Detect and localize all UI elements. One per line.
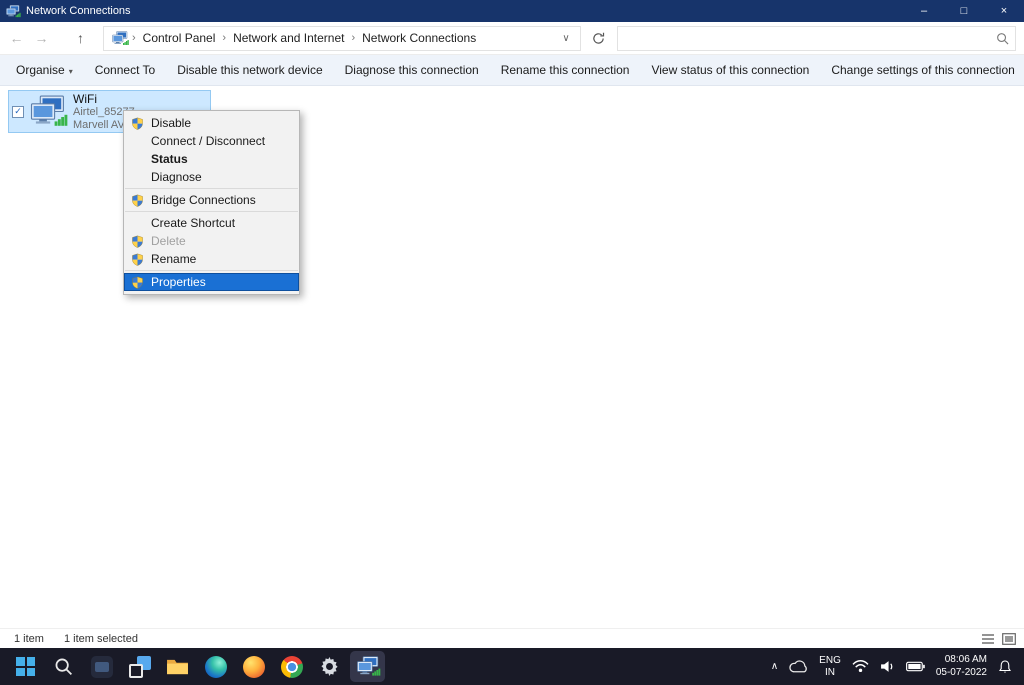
maximize-button[interactable]: □ xyxy=(944,0,984,22)
context-menu-item-status[interactable]: Status xyxy=(124,150,299,168)
file-explorer-button[interactable] xyxy=(160,651,195,682)
firefox-icon xyxy=(243,656,265,678)
gear-icon xyxy=(319,656,340,677)
search-input[interactable] xyxy=(624,31,996,45)
address-bar[interactable]: › Control Panel › Network and Internet ›… xyxy=(103,26,581,51)
folder-icon xyxy=(166,657,189,676)
disable-device-button[interactable]: Disable this network device xyxy=(166,63,333,77)
window-title: Network Connections xyxy=(26,5,131,17)
connect-to-button[interactable]: Connect To xyxy=(84,63,167,77)
minimize-button[interactable]: – xyxy=(904,0,944,22)
wifi-status-icon[interactable] xyxy=(852,660,869,673)
start-button[interactable] xyxy=(8,651,43,682)
search-icon xyxy=(996,32,1009,45)
search-icon xyxy=(54,657,73,676)
breadcrumb-network-connections[interactable]: Network Connections xyxy=(355,31,483,45)
context-menu: Disable Connect / Disconnect Status Diag… xyxy=(123,110,300,295)
uac-shield-icon xyxy=(124,253,151,266)
context-menu-item-bridge-connections[interactable]: Bridge Connections xyxy=(124,191,299,209)
tray-time: 08:06 AM xyxy=(936,654,987,667)
tray-date: 05-07-2022 xyxy=(936,667,987,680)
photos-icon xyxy=(91,656,113,678)
taskbar: ∧ ENG IN 08:06 AM 05-07-2022 xyxy=(0,648,1024,685)
menu-separator xyxy=(125,188,298,189)
breadcrumb-network-and-internet[interactable]: Network and Internet xyxy=(226,31,351,45)
organise-menu-button[interactable]: Organise▾ xyxy=(5,63,84,77)
network-connections-icon xyxy=(111,31,129,46)
windows-logo-icon xyxy=(16,657,35,676)
tray-overflow-chevron[interactable]: ∧ xyxy=(771,661,778,672)
item-checkbox[interactable]: ✓ xyxy=(12,106,24,118)
change-settings-button[interactable]: Change settings of this connection xyxy=(820,63,1024,77)
edge-icon xyxy=(205,656,227,678)
context-menu-item-connect-disconnect[interactable]: Connect / Disconnect xyxy=(124,132,299,150)
network-connections-icon xyxy=(355,656,381,677)
thumbnail-view-icon[interactable] xyxy=(1002,633,1016,645)
photos-app-button[interactable] xyxy=(84,651,119,682)
context-menu-item-delete[interactable]: Delete xyxy=(124,232,299,250)
battery-icon[interactable] xyxy=(906,661,925,672)
rename-connection-button[interactable]: Rename this connection xyxy=(490,63,641,77)
task-view-button[interactable] xyxy=(122,651,157,682)
diagnose-connection-button[interactable]: Diagnose this connection xyxy=(334,63,490,77)
volume-icon[interactable] xyxy=(880,660,895,673)
up-button[interactable]: ↑ xyxy=(68,26,93,51)
title-bar: Network Connections – □ × xyxy=(0,0,1024,22)
search-box[interactable] xyxy=(617,26,1016,51)
close-button[interactable]: × xyxy=(984,0,1024,22)
chevron-down-icon: ▾ xyxy=(69,67,73,76)
context-menu-item-create-shortcut[interactable]: Create Shortcut xyxy=(124,214,299,232)
language-indicator[interactable]: ENG IN xyxy=(819,655,841,679)
uac-shield-icon xyxy=(124,276,151,289)
onedrive-cloud-icon[interactable] xyxy=(789,660,808,673)
uac-shield-icon xyxy=(124,194,151,207)
context-menu-item-rename[interactable]: Rename xyxy=(124,250,299,268)
network-connections-icon xyxy=(5,5,21,18)
taskbar-search-button[interactable] xyxy=(46,651,81,682)
context-menu-item-disable[interactable]: Disable xyxy=(124,114,299,132)
network-connections-app-button[interactable] xyxy=(350,651,385,682)
file-list-area[interactable]: ✓ WiFi Airtel_85277 Marvell AVA Disable … xyxy=(0,86,1024,628)
clock[interactable]: 08:06 AM 05-07-2022 xyxy=(936,654,987,679)
edge-browser-button[interactable] xyxy=(198,651,233,682)
details-view-icon[interactable] xyxy=(981,633,995,645)
view-status-button[interactable]: View status of this connection xyxy=(640,63,820,77)
navigation-bar: ← → ↑ › Control Panel › Network and Inte… xyxy=(0,22,1024,55)
firefox-browser-button[interactable] xyxy=(236,651,271,682)
chrome-icon xyxy=(281,656,303,678)
refresh-icon xyxy=(592,32,605,45)
command-bar: Organise▾ Connect To Disable this networ… xyxy=(0,55,1024,86)
back-button[interactable]: ← xyxy=(4,26,29,51)
notifications-bell-icon[interactable] xyxy=(998,659,1012,674)
forward-button[interactable]: → xyxy=(29,26,54,51)
context-menu-item-properties[interactable]: Properties xyxy=(124,273,299,291)
menu-separator xyxy=(125,211,298,212)
context-menu-item-diagnose[interactable]: Diagnose xyxy=(124,168,299,186)
selected-count: 1 item selected xyxy=(64,633,138,645)
chrome-browser-button[interactable] xyxy=(274,651,309,682)
adapter-name: WiFi xyxy=(73,92,135,106)
status-bar: 1 item 1 item selected xyxy=(0,628,1024,648)
menu-separator xyxy=(125,270,298,271)
uac-shield-icon xyxy=(124,117,151,130)
breadcrumb-control-panel[interactable]: Control Panel xyxy=(136,31,223,45)
settings-button[interactable] xyxy=(312,651,347,682)
wifi-adapter-icon xyxy=(28,95,68,128)
task-view-icon xyxy=(129,656,151,678)
uac-shield-icon xyxy=(124,235,151,248)
item-count: 1 item xyxy=(14,633,44,645)
address-dropdown-icon[interactable]: ∨ xyxy=(556,33,576,44)
refresh-button[interactable] xyxy=(585,26,611,51)
